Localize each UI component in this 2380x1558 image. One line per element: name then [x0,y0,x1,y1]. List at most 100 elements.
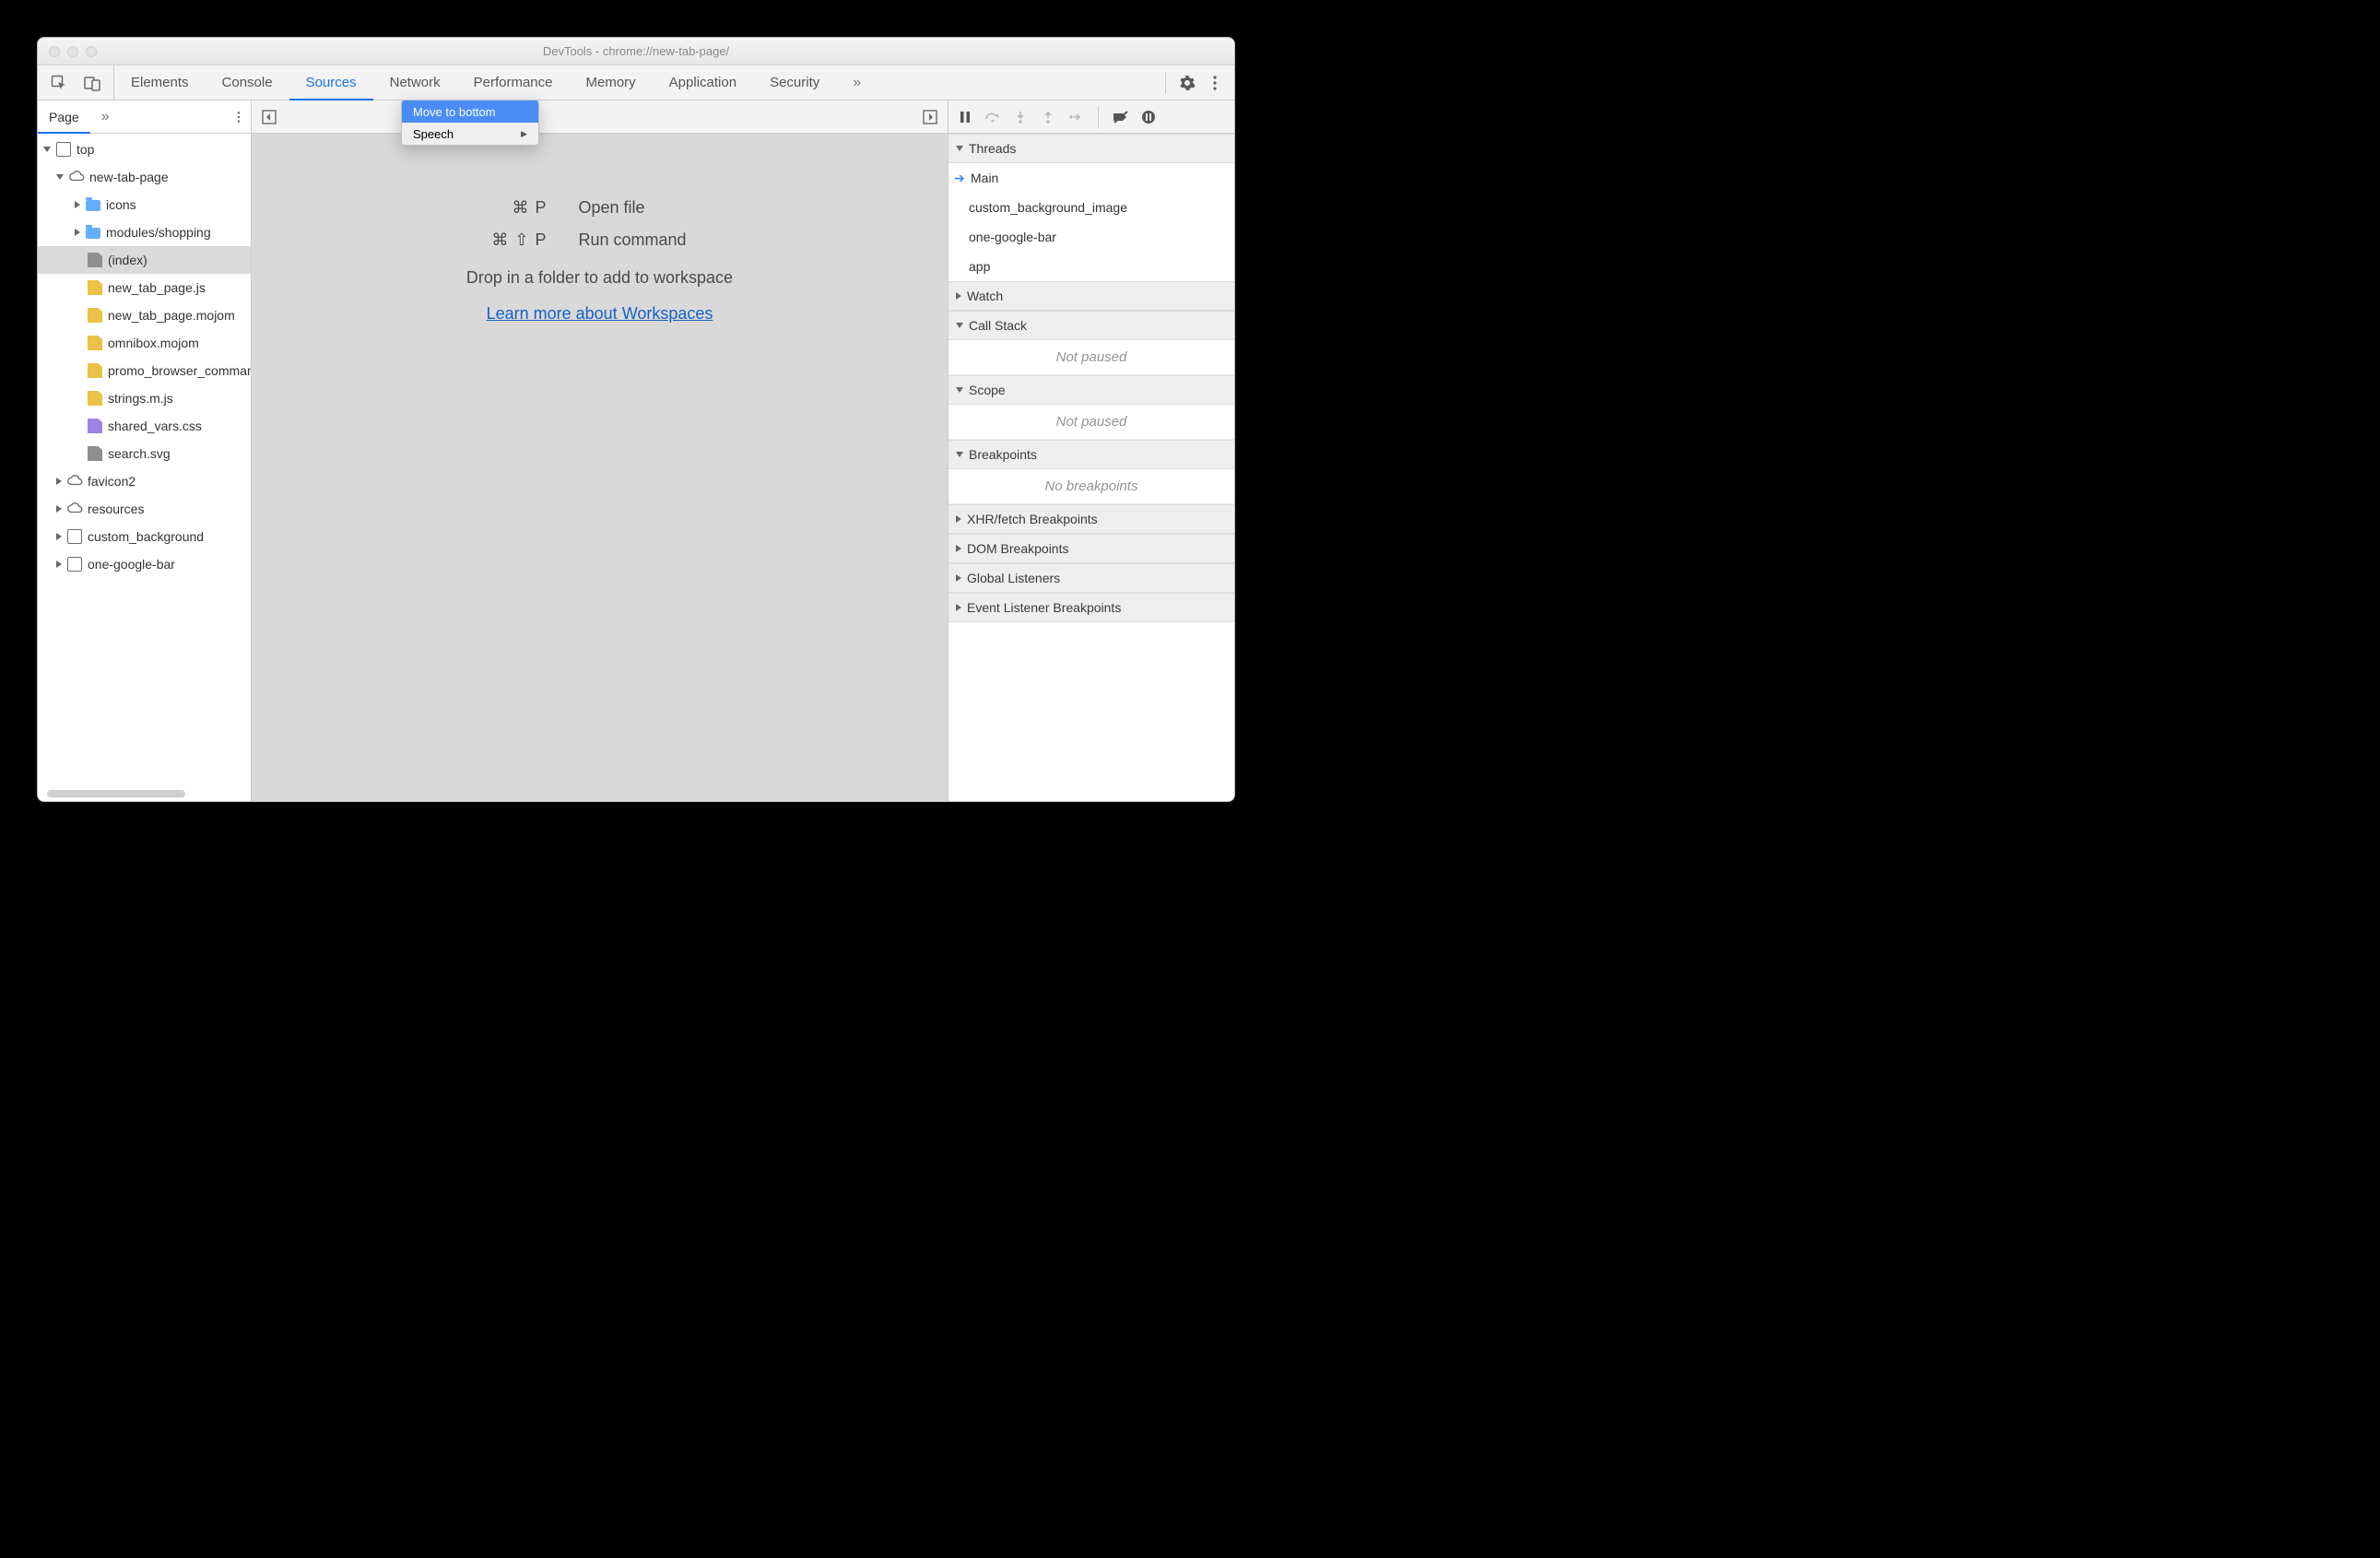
collapse-icon [56,505,62,513]
tree-label: top [77,142,94,157]
scrollbar-thumb[interactable] [47,790,185,797]
gear-icon[interactable] [1175,71,1199,95]
main-area: Page » top new-tab-page icons modules/sh… [38,100,1234,801]
tree-ntp[interactable]: new-tab-page [38,163,251,191]
tab-sources[interactable]: Sources [289,65,373,100]
tab-memory[interactable]: Memory [570,65,653,100]
workspaces-link[interactable]: Learn more about Workspaces [487,304,713,324]
cloud-icon [67,474,82,489]
thread-main[interactable]: ➔Main [948,163,1234,193]
global-listeners-header[interactable]: Global Listeners [948,563,1234,593]
collapse-icon [56,533,62,540]
inspect-icon[interactable] [47,71,71,95]
tree-index[interactable]: (index) [38,246,251,274]
tab-elements[interactable]: Elements [114,65,206,100]
thread-label: Main [971,171,998,185]
tree-f5[interactable]: strings.m.js [38,384,251,412]
file-icon [88,253,102,267]
device-icon[interactable] [80,71,104,95]
separator [1165,72,1166,94]
tree-label: icons [106,197,136,212]
separator [1098,106,1099,128]
file-tree[interactable]: top new-tab-page icons modules/shopping … [38,134,251,783]
xhr-breakpoints-header[interactable]: XHR/fetch Breakpoints [948,504,1234,534]
pause-icon[interactable] [954,106,976,128]
tree-cbg[interactable]: custom_background [38,523,251,550]
threads-header[interactable]: Threads [948,134,1234,163]
tree-label: new_tab_page.mojom [108,308,235,323]
expand-icon [956,452,963,457]
breakpoints-header[interactable]: Breakpoints [948,440,1234,469]
toggle-nav-icon[interactable] [257,105,281,129]
navigator-kebab-icon[interactable] [227,105,251,129]
thread-ogb[interactable]: one-google-bar [948,222,1234,252]
tree-resources[interactable]: resources [38,495,251,523]
tab-application[interactable]: Application [653,65,753,100]
js-file-icon [88,363,102,378]
scope-header[interactable]: Scope [948,375,1234,405]
tree-label: new-tab-page [89,170,169,184]
kebab-icon[interactable] [1203,71,1227,95]
frame-icon [56,142,71,157]
tree-f2[interactable]: new_tab_page.mojom [38,301,251,329]
thread-app[interactable]: app [948,252,1234,281]
ctx-speech[interactable]: Speech▶ [402,123,538,145]
tree-f6[interactable]: shared_vars.css [38,412,251,440]
step-into-icon[interactable] [1009,106,1031,128]
pane-title: Watch [967,289,1003,303]
tree-ogb[interactable]: one-google-bar [38,550,251,578]
collapse-icon [75,201,80,208]
scrollbar-track[interactable] [45,785,243,794]
navigator-overflow[interactable]: » [90,100,121,133]
navigator-tabs: Page » [38,100,251,134]
step-over-icon[interactable] [982,106,1004,128]
tree-top[interactable]: top [38,136,251,163]
tab-performance[interactable]: Performance [457,65,570,100]
pane-title: Scope [969,383,1006,397]
tree-label: shared_vars.css [108,419,202,433]
tree-f3[interactable]: omnibox.mojom [38,329,251,357]
tree-f4[interactable]: promo_browser_command [38,357,251,384]
pane-title: Event Listener Breakpoints [967,600,1121,615]
callstack-header[interactable]: Call Stack [948,311,1234,340]
collapse-icon [75,229,80,236]
js-file-icon [88,391,102,406]
pause-on-exceptions-icon[interactable] [1137,106,1160,128]
toggle-sidebar-icon[interactable] [918,105,942,129]
tree-f7[interactable]: search.svg [38,440,251,467]
ctx-move-to-bottom[interactable]: Move to bottom [402,100,538,123]
tabs-overflow[interactable]: » [836,65,878,100]
dom-breakpoints-header[interactable]: DOM Breakpoints [948,534,1234,563]
titlebar: DevTools - chrome://new-tab-page/ [38,38,1234,65]
main-tabbar: Elements Console Sources Network Perform… [38,65,1234,100]
folder-icon [86,228,100,239]
expand-icon [956,146,963,151]
event-listener-breakpoints-header[interactable]: Event Listener Breakpoints [948,593,1234,622]
tree-f1[interactable]: new_tab_page.js [38,274,251,301]
pane-title: DOM Breakpoints [967,541,1068,556]
scope-placeholder: Not paused [948,405,1234,440]
tree-icons[interactable]: icons [38,191,251,218]
tab-security[interactable]: Security [753,65,836,100]
tree-label: custom_background [88,529,204,544]
watch-header[interactable]: Watch [948,281,1234,311]
step-icon[interactable] [1065,106,1087,128]
frame-icon [67,557,82,572]
window-title: DevTools - chrome://new-tab-page/ [38,44,1234,58]
thread-cbg[interactable]: custom_background_image [948,193,1234,222]
pane-title: Call Stack [969,318,1027,333]
tree-modules[interactable]: modules/shopping [38,218,251,246]
tab-network[interactable]: Network [373,65,457,100]
pane-title: Global Listeners [967,571,1060,585]
folder-icon [86,200,100,211]
thread-label: one-google-bar [969,230,1056,244]
submenu-arrow-icon: ▶ [521,129,527,139]
tree-favicon2[interactable]: favicon2 [38,467,251,495]
deactivate-breakpoints-icon[interactable] [1110,106,1132,128]
tab-console[interactable]: Console [206,65,289,100]
page-tab[interactable]: Page [38,100,90,133]
step-out-icon[interactable] [1037,106,1059,128]
pane-title: XHR/fetch Breakpoints [967,512,1098,526]
toolbar-left [38,65,114,100]
ctx-label: Move to bottom [413,105,496,119]
